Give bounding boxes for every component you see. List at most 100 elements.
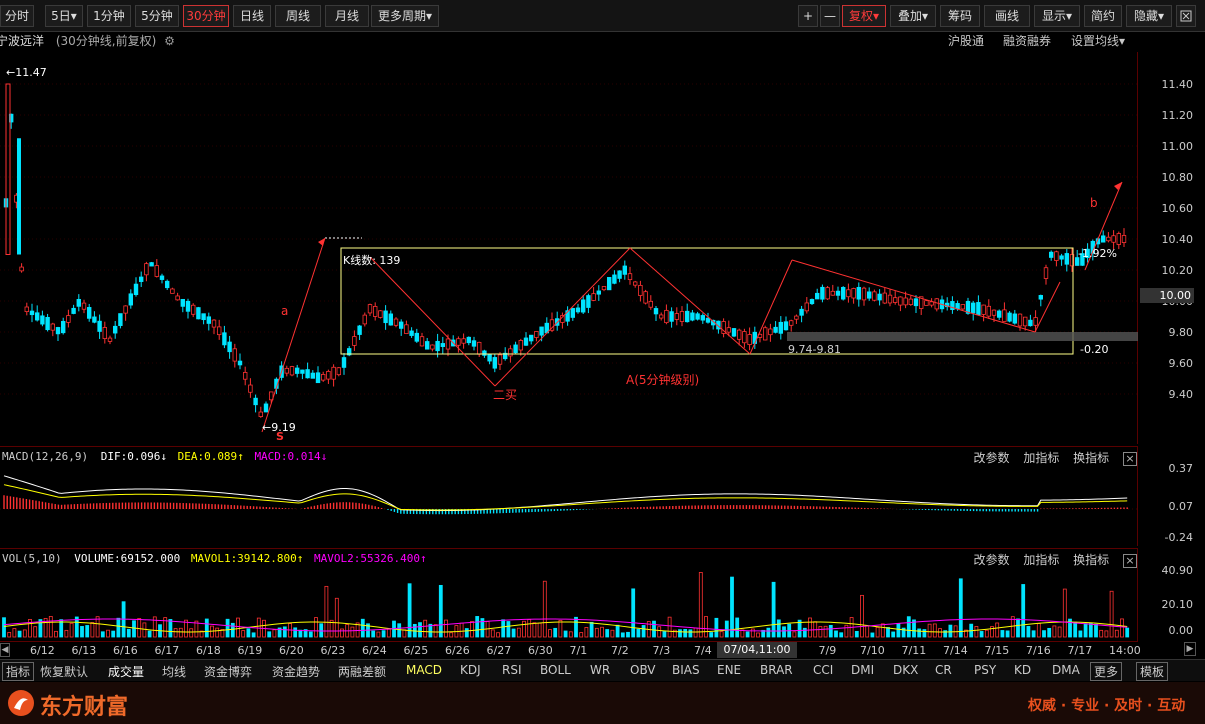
volume-bar [558, 620, 563, 638]
indicator-tab[interactable]: WR [590, 663, 610, 677]
period-button-weekly[interactable]: 周线 [275, 5, 321, 27]
indicator-tab[interactable]: 更多 [1090, 662, 1123, 681]
indicator-tab[interactable]: DMA [1052, 663, 1080, 677]
volume-add-indicator-button[interactable]: 加指标 [1023, 553, 1059, 567]
candle-body [29, 310, 35, 316]
volume-bar [636, 628, 641, 638]
zoom-in-button[interactable]: + [798, 5, 818, 27]
macd-close-icon[interactable]: × [1123, 452, 1137, 466]
period-button-30min[interactable]: 30分钟 [183, 5, 229, 27]
volume-bar [1104, 630, 1109, 638]
more-periods-dropdown[interactable]: 更多周期▾ [371, 5, 439, 27]
margin-trading-link[interactable]: 融资融券 [1003, 32, 1051, 50]
chips-button[interactable]: 筹码 [940, 5, 980, 27]
candle-body [1059, 255, 1064, 260]
candle-body [971, 302, 976, 314]
volume-bar [615, 624, 620, 638]
period-button-1min[interactable]: 1分钟 [87, 5, 131, 27]
restore-rights-label: 复权 [848, 9, 873, 23]
indicator-tab[interactable]: 模板 [1136, 662, 1169, 681]
candle-body [877, 293, 882, 301]
indicator-tab[interactable]: BOLL [540, 663, 571, 677]
indicator-tab[interactable]: OBV [630, 663, 656, 677]
candle-body [242, 372, 248, 380]
volume-edit-params-button[interactable]: 改参数 [973, 553, 1009, 567]
volume-bar [620, 632, 625, 638]
scroll-right-icon[interactable]: ▶ [1184, 642, 1196, 656]
volume-bar [688, 629, 693, 638]
volume-bar [875, 627, 880, 638]
price-chart-panel[interactable] [0, 52, 1138, 444]
candle-body [24, 306, 29, 312]
scroll-left-icon[interactable]: ◀ [0, 643, 10, 657]
volume-switch-indicator-button[interactable]: 换指标 [1073, 553, 1109, 567]
macd-add-indicator-button[interactable]: 加指标 [1023, 451, 1059, 465]
indicator-tab[interactable]: 两融差额 [338, 663, 386, 680]
indicator-tab[interactable]: 资金博弈 [204, 663, 252, 680]
volume-panel[interactable]: VOL(5,10) VOLUME:69152.000 MAVOL1:39142.… [0, 548, 1138, 641]
candlestick-chart[interactable] [0, 52, 1138, 444]
overlay-dropdown[interactable]: 叠加▾ [890, 5, 936, 27]
indicator-tab[interactable]: 资金趋势 [272, 663, 320, 680]
indicator-tab[interactable]: 恢复默认 [40, 663, 88, 680]
candle-body [643, 291, 648, 304]
high-price-label: ←11.47 [6, 66, 47, 79]
settings-gear-icon[interactable]: ⚙ [164, 34, 175, 48]
candle-body [664, 309, 669, 324]
volume-bar [995, 622, 1000, 638]
volume-bar [1114, 629, 1119, 638]
volume-bar [376, 631, 381, 638]
indicator-tab[interactable]: CCI [813, 663, 833, 677]
candle-body [825, 287, 830, 300]
indicator-tab[interactable]: BRAR [760, 663, 793, 677]
candle-body [133, 283, 139, 296]
simple-mode-button[interactable]: 简约 [1084, 5, 1122, 27]
indicator-tab[interactable]: ENE [717, 663, 741, 677]
volume-bar [204, 618, 209, 638]
indicator-tab[interactable]: MACD [406, 663, 442, 677]
candle-body [695, 313, 700, 320]
indicator-tab[interactable]: BIAS [672, 663, 700, 677]
volume-bar [594, 627, 599, 638]
ma-settings-dropdown[interactable]: 设置均线▾ [1071, 32, 1125, 50]
indicator-tab[interactable]: 均线 [162, 663, 186, 680]
period-button-intraday[interactable]: 分时 [0, 5, 34, 27]
candle-body [40, 315, 45, 325]
period-button-daily[interactable]: 日线 [233, 5, 271, 27]
restore-icon[interactable] [1176, 5, 1196, 27]
indicator-tab[interactable]: KD [1014, 663, 1031, 677]
volume-bar [854, 630, 859, 638]
volume-bar [137, 618, 142, 638]
date-tick: 6/12 [30, 644, 55, 657]
indicator-tab[interactable]: DMI [851, 663, 874, 677]
volume-bar [147, 630, 152, 638]
period-button-monthly[interactable]: 月线 [325, 5, 369, 27]
volume-bar [678, 629, 682, 638]
zoom-out-button[interactable]: — [820, 5, 840, 27]
volume-bar [433, 624, 438, 638]
candle-body [414, 332, 419, 342]
volume-bar [828, 624, 833, 638]
candle-body [248, 384, 253, 393]
indicator-tab[interactable]: RSI [502, 663, 522, 677]
indicator-tab[interactable]: 成交量 [108, 663, 144, 680]
macd-edit-params-button[interactable]: 改参数 [973, 451, 1009, 465]
period-button-5min[interactable]: 5分钟 [135, 5, 179, 27]
candle-body [149, 262, 154, 267]
volume-close-icon[interactable]: × [1123, 554, 1137, 568]
indicator-tab[interactable]: DKX [893, 663, 918, 677]
hk-connect-link[interactable]: 沪股通 [948, 32, 984, 50]
display-dropdown[interactable]: 显示▾ [1034, 5, 1080, 27]
period-button-5day[interactable]: 5日▾ [45, 5, 83, 27]
hide-dropdown[interactable]: 隐藏▾ [1126, 5, 1172, 27]
draw-line-button[interactable]: 画线 [984, 5, 1030, 27]
macd-switch-indicator-button[interactable]: 换指标 [1073, 451, 1109, 465]
indicator-tab[interactable]: KDJ [460, 663, 481, 677]
indicator-tab[interactable]: CR [935, 663, 952, 677]
indicator-tab[interactable]: 指标 [2, 662, 35, 681]
restore-rights-dropdown[interactable]: 复权▾ [842, 5, 886, 27]
indicator-tab[interactable]: PSY [974, 663, 996, 677]
current-price-tag: 10.00 [1140, 288, 1194, 303]
candle-body [700, 315, 705, 321]
macd-panel[interactable]: MACD(12,26,9) DIF:0.096↓ DEA:0.089↑ MACD… [0, 446, 1138, 546]
